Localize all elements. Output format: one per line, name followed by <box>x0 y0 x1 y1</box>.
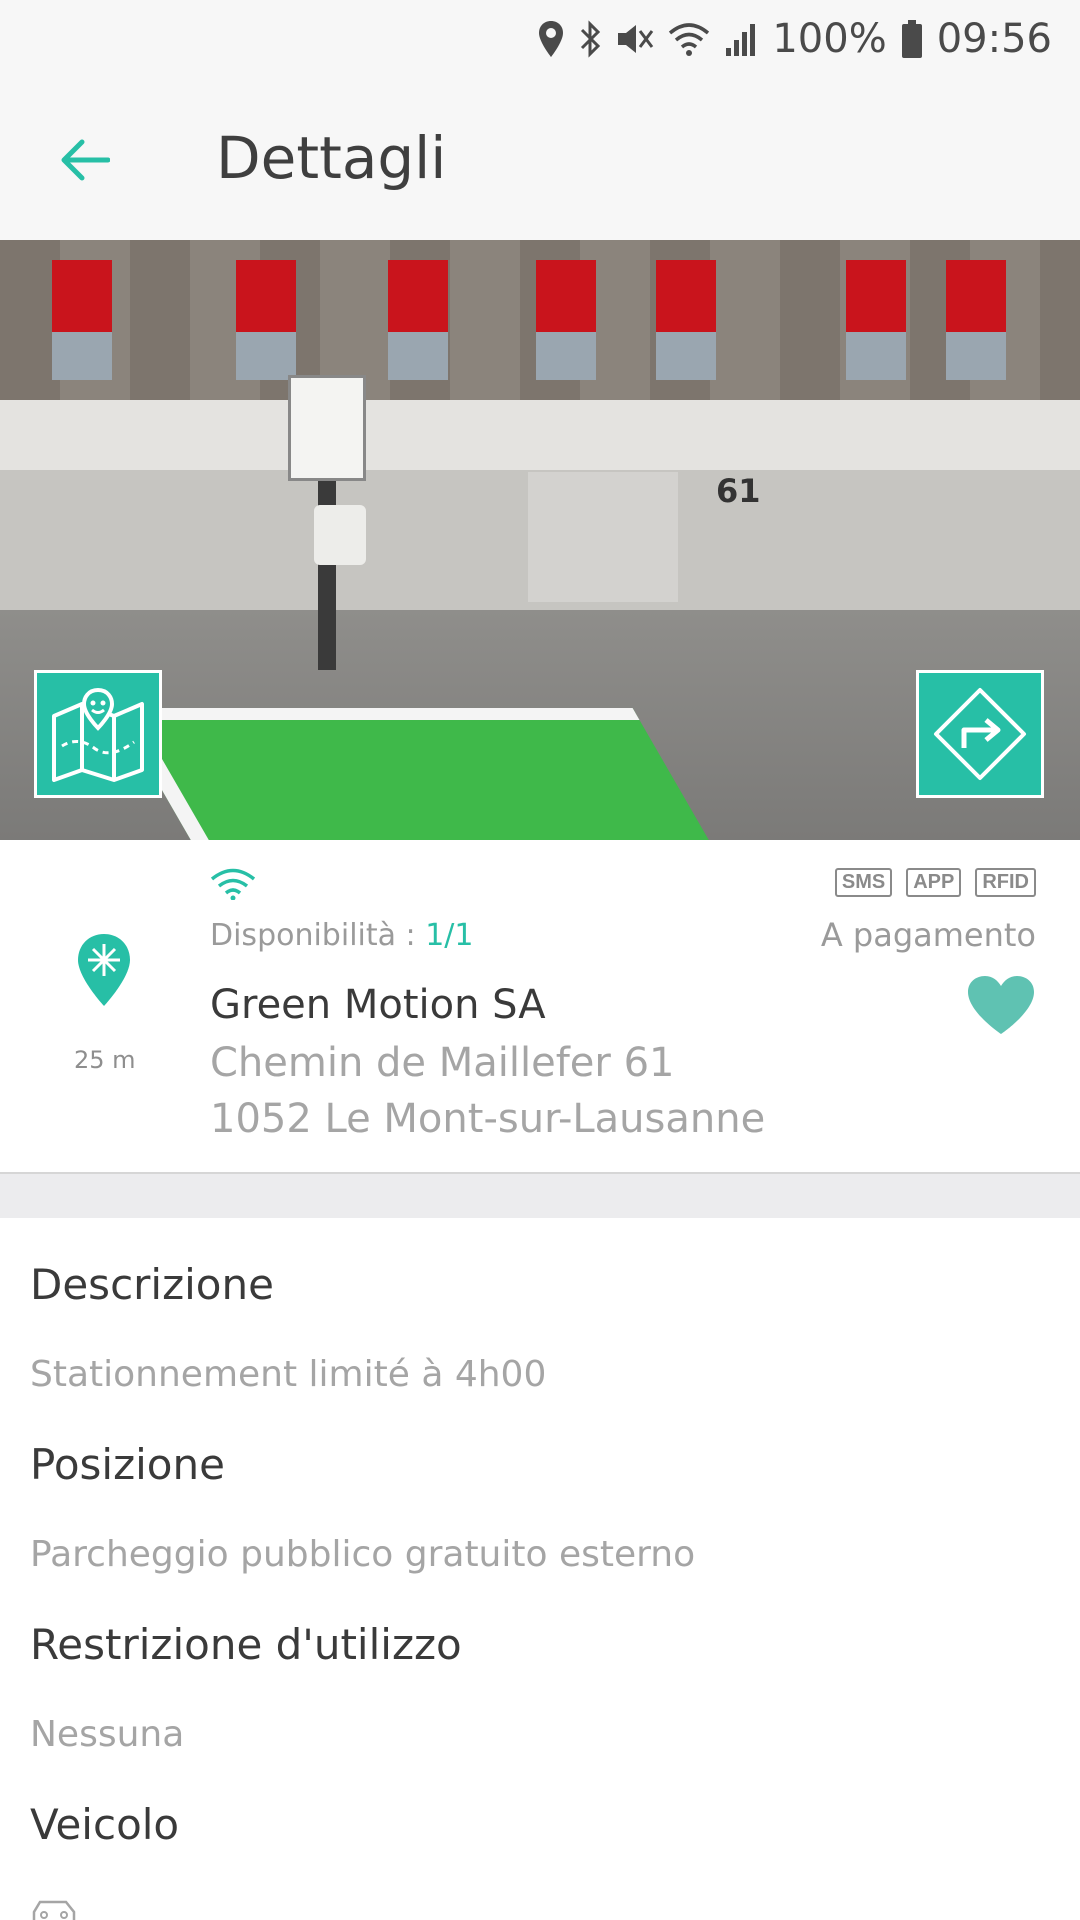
map-icon <box>52 687 144 782</box>
favorite-button[interactable] <box>966 974 1036 1040</box>
restriction-title: Restrizione d'utilizzo <box>30 1620 462 1669</box>
building-number: 61 <box>716 472 761 510</box>
station-photo: 61 <box>0 240 1080 840</box>
address-line-1: Chemin de Maillefer 61 <box>210 1040 675 1086</box>
address-line-2: 1052 Le Mont-sur-Lausanne <box>210 1096 766 1142</box>
mute-icon <box>618 25 654 53</box>
station-name: Green Motion SA <box>210 982 546 1028</box>
photo-facade <box>0 240 1080 400</box>
directions-button[interactable] <box>916 670 1044 798</box>
page-title: Dettagli <box>216 124 447 192</box>
description-value: Stationnement limité à 4h00 <box>30 1354 547 1395</box>
car-icon <box>32 1900 76 1920</box>
back-button[interactable] <box>52 128 116 192</box>
status-bar: 100% 09:56 <box>0 0 1080 78</box>
location-icon <box>539 21 564 57</box>
app-bar: Dettagli <box>0 78 1080 240</box>
availability-label: Disponibilità : <box>210 918 416 953</box>
availability-value: 1/1 <box>425 918 474 953</box>
payment-methods: SMS APP RFID <box>834 868 1036 897</box>
signal-icon <box>726 24 756 56</box>
section-divider <box>0 1174 1080 1218</box>
payment-type: A pagamento <box>820 916 1036 954</box>
vehicle-title: Veicolo <box>30 1800 180 1849</box>
position-title: Posizione <box>30 1440 225 1489</box>
availability: Disponibilità : 1/1 <box>210 918 473 953</box>
battery-percent: 100% <box>772 16 887 62</box>
clock: 09:56 <box>936 16 1052 62</box>
app-badge: APP <box>906 868 962 897</box>
rfid-badge: RFID <box>975 868 1036 897</box>
arrow-left-icon <box>61 139 110 181</box>
wifi-icon <box>669 23 710 56</box>
heart-icon <box>968 976 1034 1034</box>
restriction-value: Nessuna <box>30 1714 185 1755</box>
station-info: 25 m Disponibilità : 1/1 Green Motion SA… <box>0 840 1080 1174</box>
battery-icon <box>901 20 922 58</box>
charger-box <box>314 505 366 565</box>
parking-sign <box>288 375 366 481</box>
connected-icon <box>210 868 256 900</box>
position-value: Parcheggio pubblico gratuito esterno <box>30 1534 696 1575</box>
sms-badge: SMS <box>834 868 893 897</box>
directions-icon <box>934 688 1026 780</box>
station-pin-icon <box>78 934 130 1006</box>
description-title: Descrizione <box>30 1260 274 1309</box>
distance: 25 m <box>74 1046 136 1074</box>
bluetooth-icon <box>581 20 601 58</box>
map-button[interactable] <box>34 670 162 798</box>
